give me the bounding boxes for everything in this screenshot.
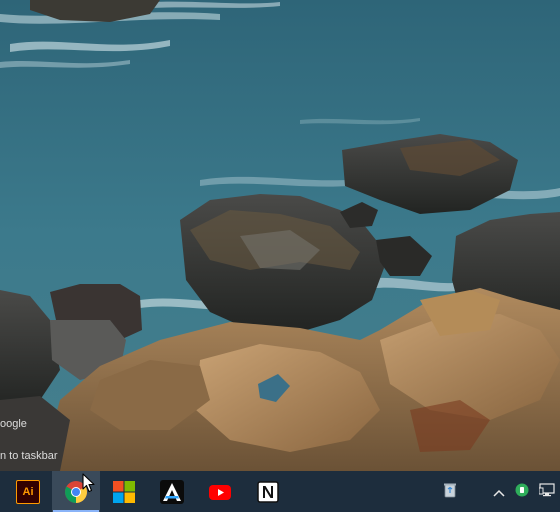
jumplist-pin-fragment[interactable]: n to taskbar: [0, 450, 57, 462]
desktop-wallpaper: [0, 0, 560, 471]
taskbar-app-microsoft-store[interactable]: [100, 471, 148, 512]
taskbar-app-arc[interactable]: [148, 471, 196, 512]
illustrator-icon: Ai: [16, 479, 40, 504]
illustrator-icon-label: Ai: [22, 485, 34, 498]
taskbar-app-illustrator[interactable]: Ai: [4, 471, 52, 512]
chevron-up-icon: [493, 482, 505, 501]
taskbar-app-notion[interactable]: [244, 471, 292, 512]
tray-recycle-bin[interactable]: [432, 471, 468, 512]
show-hidden-icons-button[interactable]: [488, 471, 510, 512]
notion-icon: [256, 480, 280, 504]
tray-network[interactable]: [534, 471, 560, 512]
taskbar-app-youtube[interactable]: [196, 471, 244, 512]
recycle-bin-icon: [443, 482, 457, 502]
tray-status[interactable]: [510, 471, 534, 512]
youtube-icon: [208, 480, 232, 504]
desktop: oogle n to taskbar: [0, 0, 560, 471]
system-tray: [432, 471, 560, 512]
jumplist-title-fragment: oogle: [0, 418, 27, 430]
network-icon: [538, 482, 555, 501]
microsoft-store-icon: [112, 480, 136, 504]
arc-icon: [160, 479, 184, 504]
status-icon: [515, 482, 529, 501]
mouse-cursor-icon: [82, 473, 96, 497]
